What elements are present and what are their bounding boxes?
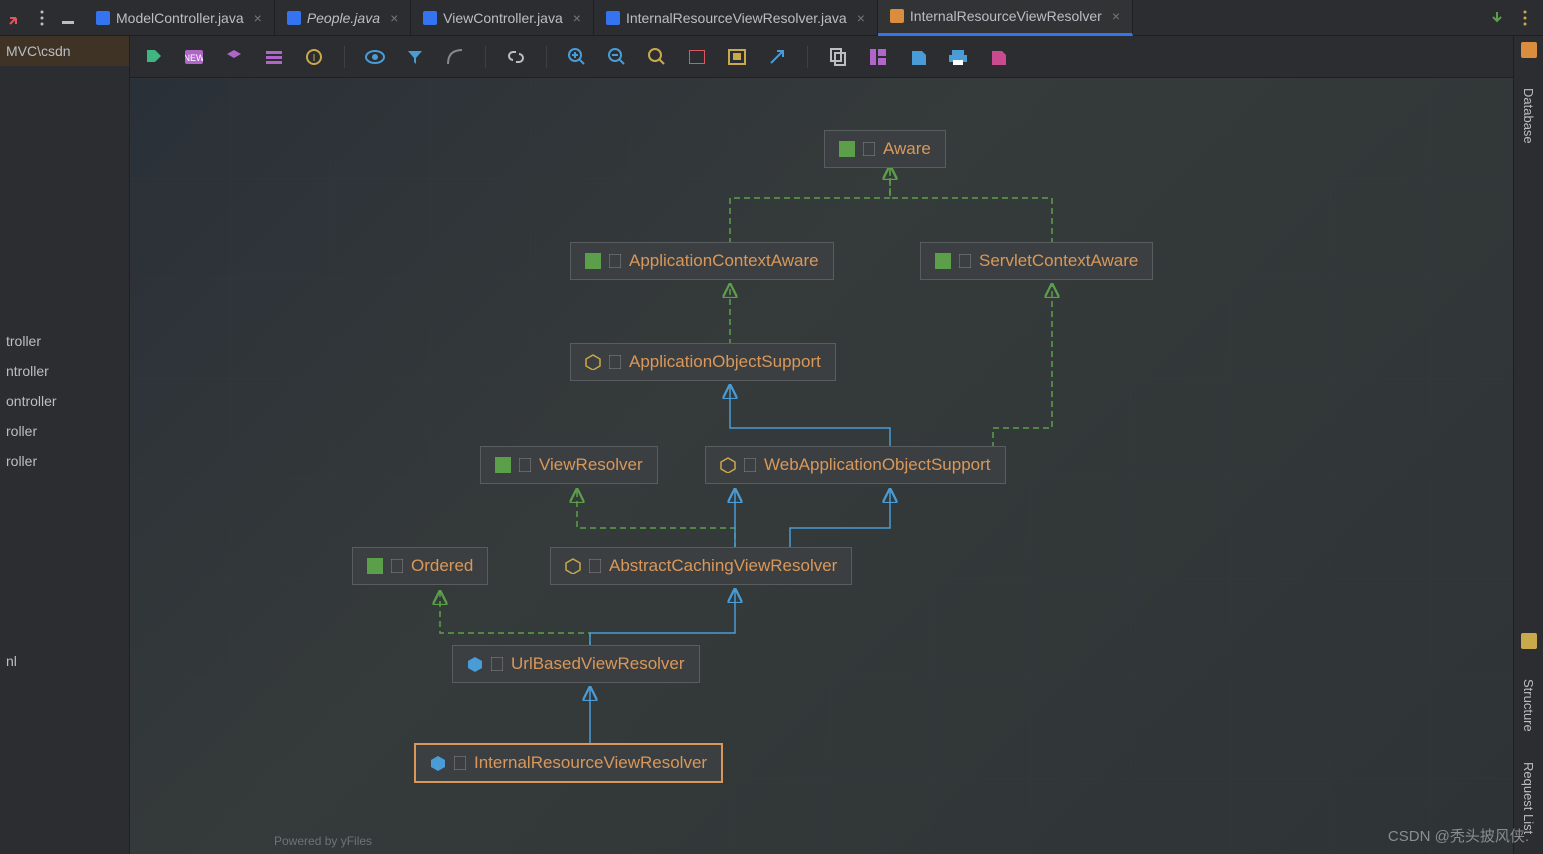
node-label: ViewResolver <box>539 455 643 475</box>
powered-by: Powered by yFiles <box>274 834 372 848</box>
database-tool[interactable]: Database <box>1521 88 1536 144</box>
close-icon[interactable]: × <box>254 10 262 26</box>
database-icon[interactable] <box>1521 42 1537 58</box>
node-view-resolver[interactable]: ViewResolver <box>480 446 658 484</box>
node-label: ApplicationObjectSupport <box>629 352 821 372</box>
new-icon[interactable]: NEW <box>184 47 204 67</box>
save-icon[interactable] <box>908 47 928 67</box>
java-icon <box>287 11 301 25</box>
separator <box>807 46 808 68</box>
node-application-object-support[interactable]: ApplicationObjectSupport <box>570 343 836 381</box>
copy-icon[interactable] <box>828 47 848 67</box>
more-icon[interactable] <box>34 10 50 26</box>
separator <box>485 46 486 68</box>
structure-icon[interactable] <box>1521 633 1537 649</box>
curve-icon[interactable] <box>445 47 465 67</box>
node-aware[interactable]: Aware <box>824 130 946 168</box>
diagram-icon <box>890 9 904 23</box>
separator <box>546 46 547 68</box>
java-icon <box>96 11 110 25</box>
tab-label: ViewController.java <box>443 10 563 26</box>
watermark: CSDN @秃头披风侠. <box>1388 825 1529 846</box>
close-icon[interactable]: × <box>573 10 581 26</box>
zoom-in-icon[interactable] <box>567 47 587 67</box>
editor-tabs: ModelController.java × People.java × ViewC… <box>84 0 1479 36</box>
download-icon[interactable] <box>1489 10 1505 26</box>
link-icon[interactable] <box>506 47 526 67</box>
fit-sel-icon[interactable] <box>727 47 747 67</box>
node-label: ServletContextAware <box>979 251 1138 271</box>
node-label: Aware <box>883 139 931 159</box>
eye-icon[interactable] <box>365 47 385 67</box>
layout-icon[interactable] <box>868 47 888 67</box>
java-icon <box>606 11 620 25</box>
close-icon[interactable]: × <box>1112 8 1120 24</box>
tab-people[interactable]: People.java × <box>275 0 411 36</box>
node-servlet-context-aware[interactable]: ServletContextAware <box>920 242 1153 280</box>
print-icon[interactable] <box>948 47 968 67</box>
tree-item[interactable]: troller <box>6 326 129 356</box>
left-sidebar: MVC\csdn troller ntroller ontroller roll… <box>0 36 130 854</box>
node-internal-resource-view-resolver[interactable]: InternalResourceViewResolver <box>414 743 723 783</box>
separator <box>344 46 345 68</box>
breadcrumb[interactable]: MVC\csdn <box>0 36 129 66</box>
tab-label: InternalResourceViewResolver <box>910 8 1102 24</box>
java-icon <box>423 11 437 25</box>
tab-label: InternalResourceViewResolver.java <box>626 10 847 26</box>
filter-icon[interactable] <box>405 47 425 67</box>
node-ordered[interactable]: Ordered <box>352 547 488 585</box>
close-icon[interactable]: × <box>857 10 865 26</box>
fit-icon[interactable] <box>687 47 707 67</box>
node-label: UrlBasedViewResolver <box>511 654 685 674</box>
list-icon[interactable] <box>264 47 284 67</box>
info-icon[interactable]: I <box>304 47 324 67</box>
top-right-controls <box>1479 10 1543 26</box>
tree-item[interactable]: roller <box>6 446 129 476</box>
structure-tool[interactable]: Structure <box>1521 679 1536 732</box>
tab-view-controller[interactable]: ViewController.java × <box>411 0 594 36</box>
node-web-application-object-support[interactable]: WebApplicationObjectSupport <box>705 446 1006 484</box>
arrow-icon[interactable] <box>767 47 787 67</box>
tab-model-controller[interactable]: ModelController.java × <box>84 0 275 36</box>
tree-item[interactable]: roller <box>6 416 129 446</box>
diagram-toolbar: NEW I <box>130 36 1513 78</box>
node-abstract-caching-view-resolver[interactable]: AbstractCachingViewResolver <box>550 547 852 585</box>
top-bar: ModelController.java × People.java × ViewC… <box>0 0 1543 36</box>
node-label: ApplicationContextAware <box>629 251 819 271</box>
project-tree: troller ntroller ontroller roller roller… <box>0 326 129 676</box>
svg-text:NEW: NEW <box>185 53 203 63</box>
node-label: WebApplicationObjectSupport <box>764 455 991 475</box>
zoom-reset-icon[interactable] <box>647 47 667 67</box>
tab-irvr-java[interactable]: InternalResourceViewResolver.java × <box>594 0 878 36</box>
svg-text:I: I <box>313 53 316 64</box>
tab-irvr-diagram[interactable]: InternalResourceViewResolver × <box>878 0 1133 36</box>
top-left-controls <box>0 10 84 26</box>
diagram-canvas[interactable]: Aware ApplicationContextAware ServletCon… <box>130 78 1513 854</box>
pack-icon[interactable] <box>224 47 244 67</box>
close-icon[interactable]: × <box>390 10 398 26</box>
collapse-icon[interactable] <box>8 10 24 26</box>
right-sidebar: Database Structure Request List <box>1513 36 1543 854</box>
tab-label: People.java <box>307 10 380 26</box>
save-pink-icon[interactable] <box>988 47 1008 67</box>
minimize-icon[interactable] <box>60 10 76 26</box>
request-list-tool[interactable]: Request List <box>1521 762 1536 834</box>
node-url-based-view-resolver[interactable]: UrlBasedViewResolver <box>452 645 700 683</box>
node-application-context-aware[interactable]: ApplicationContextAware <box>570 242 834 280</box>
tree-item[interactable]: ontroller <box>6 386 129 416</box>
node-label: AbstractCachingViewResolver <box>609 556 837 576</box>
node-label: InternalResourceViewResolver <box>474 753 707 773</box>
tag-icon[interactable] <box>144 47 164 67</box>
tab-label: ModelController.java <box>116 10 244 26</box>
tree-item[interactable]: nl <box>6 646 129 676</box>
zoom-out-icon[interactable] <box>607 47 627 67</box>
more-icon[interactable] <box>1517 10 1533 26</box>
node-label: Ordered <box>411 556 473 576</box>
tree-item[interactable]: ntroller <box>6 356 129 386</box>
